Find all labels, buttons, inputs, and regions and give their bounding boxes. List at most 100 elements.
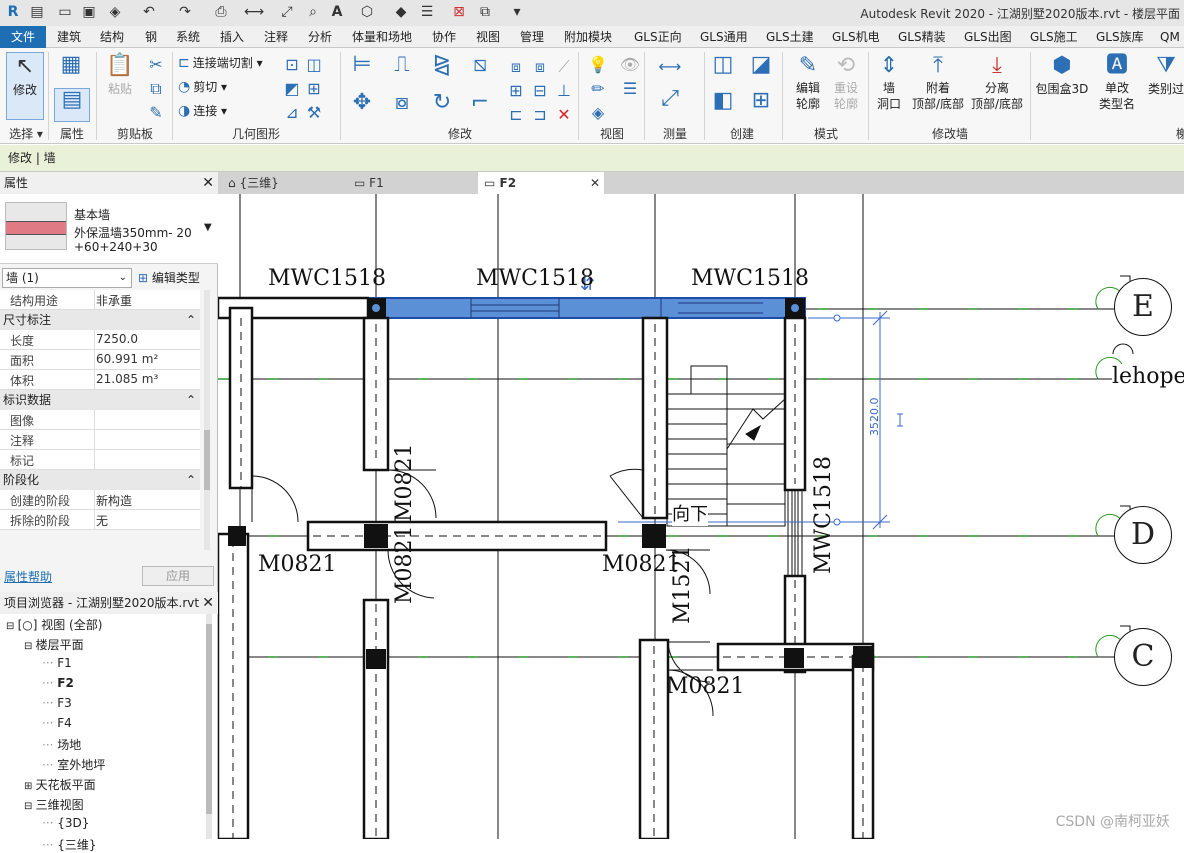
save-icon[interactable]: ▣ — [80, 3, 98, 21]
tab-qm[interactable]: QM — [1160, 26, 1180, 48]
tree-item[interactable]: ··· {3D} — [42, 816, 89, 830]
mirror-draw-icon[interactable]: ⧅ — [464, 54, 496, 84]
hide-element-icon[interactable]: 👁 — [618, 54, 642, 76]
properties-help-link[interactable]: 属性帮助 — [4, 568, 52, 585]
tab-gls-output[interactable]: GLS出图 — [964, 26, 1012, 48]
customize-toolbar-icon[interactable]: ▾ — [508, 3, 526, 21]
detach-top-base-button[interactable]: ⤓ 分离 顶部/底部 — [968, 52, 1026, 112]
measure-icon[interactable]: ⟷ — [244, 3, 264, 21]
tab-massing-site[interactable]: 体量和场地 — [352, 26, 412, 48]
type-selector[interactable]: 基本墙 外保温墙350mm- 20 +60+240+30 ▼ — [0, 194, 218, 264]
property-row[interactable]: 注释 — [0, 430, 200, 450]
trim-multiple-icon[interactable]: ⊐ — [528, 104, 552, 126]
tab-collaborate[interactable]: 协作 — [432, 26, 456, 48]
tree-item[interactable]: ··· F1 — [42, 656, 72, 670]
tab-gls-general[interactable]: GLS通用 — [700, 26, 748, 48]
view-filter-icon[interactable]: ☰ — [618, 78, 642, 100]
properties-icon[interactable]: ▤ — [54, 88, 90, 122]
property-row[interactable]: 标记 — [0, 450, 200, 470]
unpin-icon[interactable]: ⟋ — [552, 56, 576, 78]
tab-manage[interactable]: 管理 — [520, 26, 544, 48]
paste-button[interactable]: 📋 粘贴 — [102, 52, 138, 97]
tree-item[interactable]: ··· 场地 — [42, 736, 81, 753]
create-assembly-icon[interactable]: ◫ — [708, 54, 738, 84]
tree-item[interactable]: ⊟ 楼层平面 — [24, 636, 84, 653]
modify-button[interactable]: ↖ 修改 — [6, 52, 44, 120]
property-row[interactable]: 图像 — [0, 410, 200, 430]
door-tag[interactable]: M1521 — [670, 545, 695, 624]
close-icon[interactable]: ✕ — [202, 172, 214, 194]
collapse-icon[interactable]: ⊟ — [24, 801, 36, 812]
section-icon[interactable]: ◆ — [392, 3, 410, 21]
door-tag[interactable]: M0821 — [602, 552, 681, 577]
collapse-icon[interactable]: ⌃ — [186, 470, 196, 490]
delete-icon[interactable]: ✕ — [552, 104, 576, 126]
text-icon[interactable]: A — [328, 3, 346, 21]
tab-steel[interactable]: 钢 — [145, 26, 157, 48]
offset-icon[interactable]: ⎍ — [386, 54, 418, 84]
undo-icon[interactable]: ↶ — [140, 3, 158, 21]
door-tag[interactable]: M0821 — [392, 443, 417, 522]
mirror-axis-icon[interactable]: ⧎ — [426, 54, 458, 84]
aligned-dimension-icon[interactable]: ⤢ — [278, 3, 296, 21]
tab-gls-civil[interactable]: GLS土建 — [766, 26, 814, 48]
copy-element-icon[interactable]: ⧇ — [386, 92, 418, 122]
bounding-box-3d-button[interactable]: ⬢ 包围盒3D — [1034, 52, 1090, 97]
thin-lines-icon[interactable]: ☰ — [418, 3, 436, 21]
trim-icon[interactable]: ⊏ — [504, 104, 528, 126]
tab-gls-construction[interactable]: GLS施工 — [1030, 26, 1078, 48]
tree-item[interactable]: ⊟ 三维视图 — [24, 796, 84, 813]
print-icon[interactable]: ⎙ — [212, 3, 230, 21]
property-row[interactable]: 创建的阶段 新构造 — [0, 490, 200, 510]
tab-gls-family[interactable]: GLS族库 — [1096, 26, 1144, 48]
demolish-icon[interactable]: ⊞ — [302, 78, 326, 100]
collapse-icon[interactable]: ⊟ — [6, 621, 18, 632]
door-tag[interactable]: M0821 — [666, 674, 745, 699]
tree-item[interactable]: ⊟ [○] 视图 (全部) — [6, 616, 102, 633]
join-cut-button[interactable]: ⊏ 连接端切割 ▾ — [178, 53, 263, 73]
linework-icon[interactable]: ✏ — [586, 78, 610, 100]
tree-item[interactable]: ⊞ 天花板平面 — [24, 776, 96, 793]
property-row[interactable]: 结构用途 非承重 — [0, 290, 200, 310]
pin-icon[interactable]: ⊥ — [552, 80, 576, 102]
sync-icon[interactable]: ◈ — [106, 3, 124, 21]
split-face-icon[interactable]: ◫ — [302, 54, 326, 76]
door-tag[interactable]: M0821 — [258, 552, 337, 577]
wall-opening-button[interactable]: ⇕ 墙 洞口 — [872, 52, 906, 112]
browser-scrollbar[interactable] — [206, 614, 212, 839]
tab-architecture[interactable]: 建筑 — [57, 26, 81, 48]
property-row[interactable]: 体积 21.085 m³ — [0, 370, 200, 390]
eraser-icon[interactable]: ◈ — [586, 102, 610, 124]
tab-insert[interactable]: 插入 — [220, 26, 244, 48]
measure-distance-icon[interactable]: ⟷ — [650, 56, 690, 78]
hammer-icon[interactable]: ⚒ — [302, 102, 326, 124]
default-3d-icon[interactable]: ⬡ — [358, 3, 376, 21]
close-icon[interactable]: ✕ — [590, 172, 600, 194]
create-similar-icon[interactable]: ◪ — [746, 54, 776, 84]
switch-windows-icon[interactable]: ⧉ — [476, 3, 494, 21]
open-icon[interactable]: ▭ — [56, 3, 74, 21]
copy-icon[interactable]: ⧉ — [144, 78, 168, 100]
join-button[interactable]: ◑ 连接 ▾ — [178, 101, 227, 121]
property-group[interactable]: 阶段化 ⌃ — [0, 470, 200, 490]
redo-icon[interactable]: ↷ — [176, 3, 194, 21]
tab-f2[interactable]: ▭ F2 ✕ — [478, 172, 604, 194]
aligned-dim-icon[interactable]: ⤢ — [650, 88, 690, 110]
collapse-icon[interactable]: ⌃ — [186, 310, 196, 330]
chevron-down-icon[interactable]: ▼ — [204, 222, 212, 233]
attach-top-base-button[interactable]: ⤒ 附着 顶部/底部 — [908, 52, 968, 112]
override-graphics-icon[interactable]: 💡 — [586, 54, 610, 76]
tree-item[interactable]: ··· F2 — [42, 676, 74, 690]
grid-bubble-d[interactable]: D — [1114, 506, 1172, 564]
cut-button[interactable]: ◔ 剪切 ▾ — [178, 77, 227, 97]
properties-scrollbar[interactable] — [204, 290, 210, 550]
window-tag[interactable]: MWC1518 — [476, 266, 594, 291]
property-row[interactable]: 长度 7250.0 — [0, 330, 200, 350]
expand-icon[interactable]: ⊞ — [24, 781, 36, 792]
close-hidden-icon[interactable]: ⊠ — [450, 3, 468, 21]
instance-filter-select[interactable]: 墙 (1) ⌄ — [2, 268, 132, 288]
collapse-icon[interactable]: ⊟ — [24, 641, 36, 652]
tab-systems[interactable]: 系统 — [176, 26, 200, 48]
create-group-icon[interactable]: ⊞ — [746, 90, 776, 120]
tab-addins[interactable]: 附加模块 — [564, 26, 612, 48]
